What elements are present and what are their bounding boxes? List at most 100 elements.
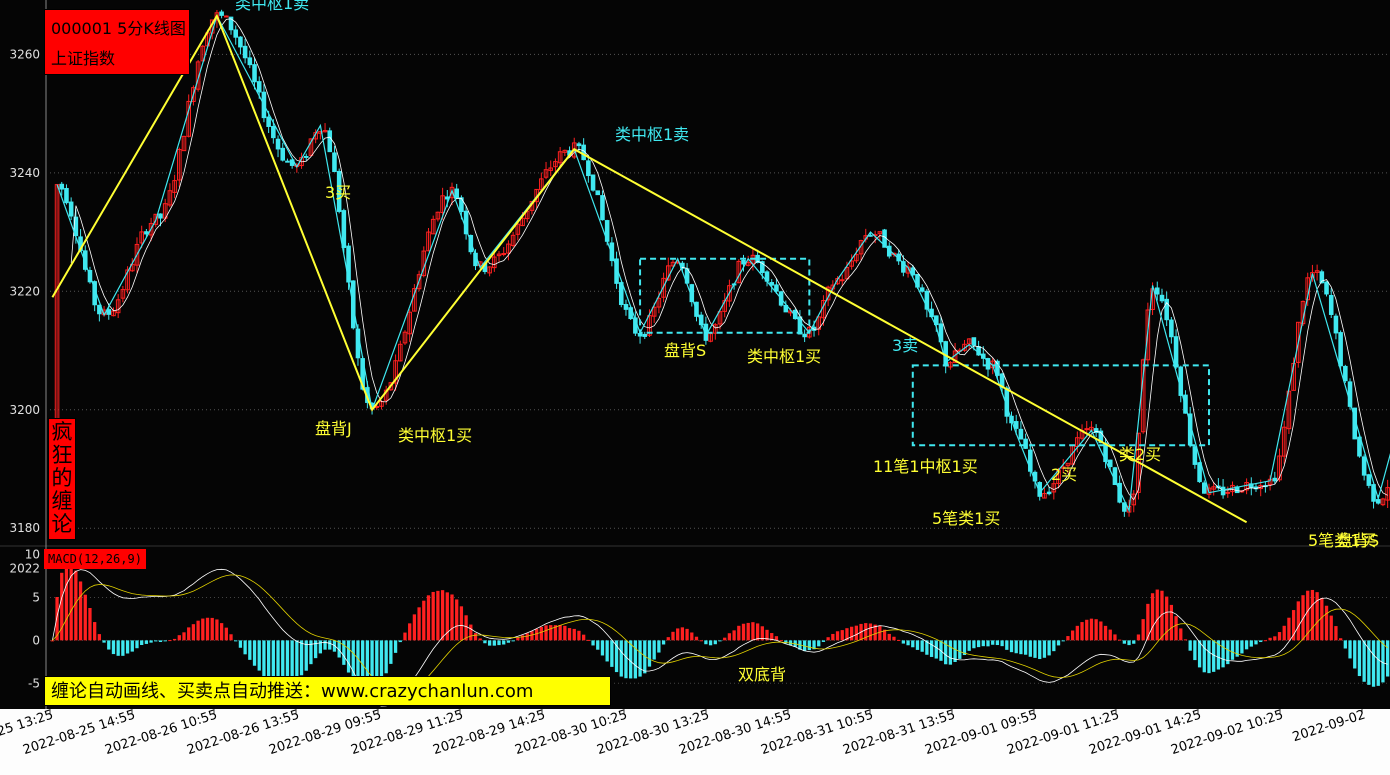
candle-body <box>623 304 629 310</box>
macd-bar <box>779 640 783 642</box>
macd-bar <box>995 640 1000 646</box>
macd-bar <box>469 624 473 641</box>
macd-bar <box>1089 618 1094 641</box>
macd-tick-label: 10 <box>25 548 40 562</box>
price-tick-label: 3240 <box>9 166 40 180</box>
annotation-label: 3卖 <box>892 336 918 355</box>
macd-bar <box>840 630 844 641</box>
macd-bar <box>318 640 322 654</box>
macd-bar <box>97 634 102 641</box>
macd-bar <box>229 634 233 641</box>
macd-bar <box>219 623 224 641</box>
price-tick-label: 3200 <box>9 403 40 417</box>
macd-bar <box>50 640 54 642</box>
candle-body <box>1084 428 1090 431</box>
macd-bar <box>1212 640 1216 672</box>
macd-bar <box>412 614 417 641</box>
macd-bar <box>172 638 177 641</box>
macd-bar <box>431 591 435 641</box>
macd-bar <box>525 633 529 641</box>
macd-bar <box>464 615 468 641</box>
candle-body <box>332 152 337 173</box>
macd-bar <box>205 617 210 641</box>
macd-bar <box>723 637 727 641</box>
macd-bar <box>976 640 981 648</box>
macd-bar <box>549 625 553 641</box>
macd-bar <box>657 640 661 653</box>
macd-bar <box>539 626 543 641</box>
candle-body <box>576 143 582 147</box>
macd-bar <box>1132 640 1136 644</box>
candle-body <box>971 337 977 346</box>
macd-bar <box>948 640 953 665</box>
macd-bar <box>102 640 106 643</box>
candle-body <box>1220 486 1226 496</box>
macd-bar <box>1230 640 1235 660</box>
macd-bar <box>158 640 163 642</box>
macd-bar <box>1099 621 1103 641</box>
macd-bar <box>182 632 186 641</box>
macd-bar <box>492 640 496 646</box>
macd-tick-label: -5 <box>28 676 40 690</box>
macd-bar <box>704 640 708 645</box>
macd-bar <box>1343 640 1347 649</box>
macd-bar <box>1165 596 1169 641</box>
macd-bar <box>1244 640 1249 650</box>
candle-body <box>238 36 243 48</box>
macd-bar <box>248 640 252 660</box>
macd-bar <box>629 640 633 679</box>
candle-body <box>1046 491 1052 495</box>
macd-bar <box>986 640 990 647</box>
macd-bar <box>1085 619 1089 641</box>
macd-bar <box>196 620 200 641</box>
chanlun-chart: 3180 3200 3220 3240 3260 10 5 0 -5 2022 类中枢1卖 3买盘… <box>0 0 1390 775</box>
macd-bar <box>713 640 717 645</box>
candle-body <box>303 155 309 158</box>
candle-body <box>1107 459 1113 468</box>
candle-body <box>1013 421 1019 429</box>
macd-bar <box>1155 589 1159 641</box>
candle-body <box>1018 428 1024 440</box>
macd-bar <box>826 637 830 641</box>
macd-bar <box>502 640 506 645</box>
macd-bar <box>262 640 266 677</box>
macd-bar <box>1277 632 1282 641</box>
macd-bar <box>1315 592 1319 641</box>
macd-bar <box>163 640 167 642</box>
macd-bar <box>887 633 891 641</box>
macd-bar <box>610 640 614 667</box>
macd-bar <box>426 595 431 641</box>
macd-bar <box>915 640 920 650</box>
candle-body <box>242 45 248 59</box>
macd-bar <box>600 640 605 656</box>
annotation-label: 类中枢1卖 <box>615 125 689 144</box>
macd-bar <box>459 606 464 641</box>
macd-bar <box>929 640 934 657</box>
candle-body <box>600 195 605 221</box>
macd-bar <box>1136 634 1141 641</box>
candle-body <box>285 160 290 163</box>
candle-body <box>219 11 224 16</box>
candle-body <box>595 190 601 196</box>
macd-bar <box>144 640 149 644</box>
candle-body <box>1272 477 1278 482</box>
macd-bar <box>1249 640 1253 647</box>
macd-bar <box>685 628 689 641</box>
macd-bar <box>266 640 271 681</box>
macd-bar <box>487 640 492 646</box>
macd-bar <box>911 640 915 648</box>
macd-bar <box>1207 640 1211 674</box>
candle-body <box>1324 281 1329 295</box>
side-label-char: 的 <box>51 466 73 490</box>
macd-bar <box>741 623 746 641</box>
candle-body <box>266 116 271 127</box>
macd-bar <box>1376 640 1380 686</box>
macd-bar <box>1118 639 1122 641</box>
macd-bar <box>1080 622 1084 641</box>
macd-bar <box>1202 640 1206 673</box>
candle-body <box>1338 332 1343 367</box>
macd-bar <box>638 640 642 677</box>
candle-body <box>618 282 624 306</box>
candle-body <box>1328 295 1334 315</box>
macd-bar <box>671 631 675 641</box>
